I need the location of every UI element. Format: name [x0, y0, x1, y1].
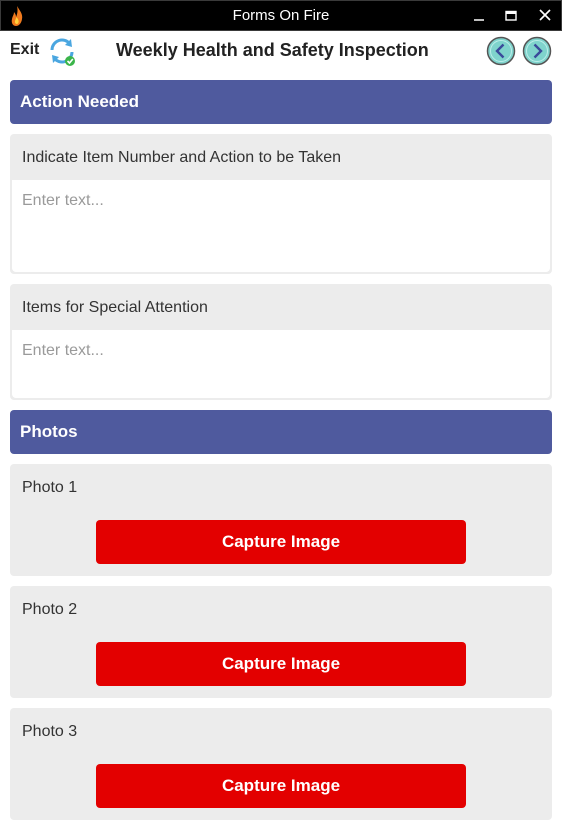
form-title: Weekly Health and Safety Inspection — [116, 40, 429, 60]
field-label: Indicate Item Number and Action to be Ta… — [22, 149, 342, 166]
window-title-bar: Forms On Fire — [0, 0, 562, 31]
chevron-right-icon — [522, 36, 552, 66]
photo-label: Photo 3 — [22, 723, 78, 740]
maximize-icon[interactable] — [500, 6, 522, 26]
capture-image-button[interactable]: Capture Image — [96, 764, 466, 808]
photo-card-1: Photo 1 Capture Image — [10, 464, 552, 576]
exit-button[interactable]: Exit — [10, 41, 39, 59]
field-card-special-attention: Items for Special Attention — [10, 284, 552, 400]
special-attention-input[interactable] — [12, 330, 550, 398]
photo-label: Photo 2 — [22, 601, 78, 618]
minimize-icon[interactable] — [468, 6, 490, 26]
action-to-be-taken-input[interactable] — [12, 180, 550, 272]
photo-label: Photo 1 — [22, 479, 78, 496]
capture-image-button[interactable]: Capture Image — [96, 642, 466, 686]
capture-image-button[interactable]: Capture Image — [96, 520, 466, 564]
sync-icon[interactable] — [46, 35, 78, 67]
photo-card-2: Photo 2 Capture Image — [10, 586, 552, 698]
form-header: Exit Weekly Health and Safety Inspection — [0, 31, 562, 72]
section-header-action-needed: Action Needed — [10, 80, 552, 124]
photo-card-3: Photo 3 Capture Image — [10, 708, 552, 820]
chevron-left-icon — [486, 36, 516, 66]
field-label: Items for Special Attention — [22, 299, 208, 316]
next-page-button[interactable] — [522, 36, 552, 66]
section-header-photos: Photos — [10, 410, 552, 454]
field-card-item-number-action: Indicate Item Number and Action to be Ta… — [10, 134, 552, 274]
close-icon[interactable] — [534, 6, 556, 26]
previous-page-button[interactable] — [486, 36, 516, 66]
